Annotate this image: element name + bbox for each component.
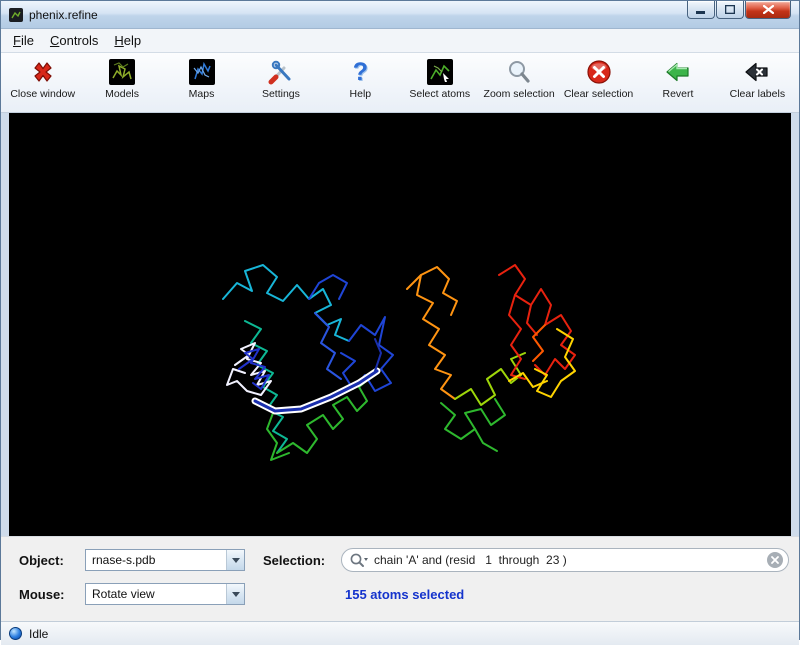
toolbar-button-label: Clear labels — [730, 88, 785, 100]
clear-selection-icon — [586, 57, 612, 87]
close-window-icon — [29, 57, 57, 87]
molecule-viewport[interactable] — [9, 113, 791, 536]
toolbar-button-clear-labels[interactable]: Clear labels — [718, 55, 797, 112]
close-icon — [763, 5, 774, 14]
toolbar-button-label: Help — [350, 88, 372, 100]
minimize-icon — [696, 6, 706, 14]
minimize-button[interactable] — [687, 1, 715, 19]
app-icon — [8, 7, 24, 23]
toolbar-button-select-atoms[interactable]: Select atoms — [400, 55, 479, 112]
status-idle-icon — [9, 627, 22, 640]
selection-value: chain 'A' and (resid 1 through 23 ) — [374, 553, 767, 567]
toolbar-button-label: Close window — [10, 88, 75, 100]
help-icon: ? — [353, 57, 368, 87]
close-button[interactable] — [745, 1, 791, 19]
clear-labels-icon — [743, 57, 771, 87]
status-text: Idle — [29, 627, 48, 641]
object-selection-row: Object: rnase-s.pdb Selection: chain 'A'… — [19, 548, 789, 572]
toolbar-button-models[interactable]: Models — [82, 55, 161, 112]
title-bar[interactable]: phenix.refine — [1, 1, 799, 29]
window-title: phenix.refine — [29, 8, 98, 22]
object-label: Object: — [19, 553, 85, 568]
zoom-selection-icon — [506, 57, 532, 87]
control-panel: Object: rnase-s.pdb Selection: chain 'A'… — [1, 536, 799, 621]
mouse-dropdown[interactable]: Rotate view — [85, 583, 245, 605]
chevron-down-icon — [226, 550, 244, 570]
toolbar-button-help[interactable]: ? Help — [321, 55, 400, 112]
toolbar-button-clear-selection[interactable]: Clear selection — [559, 55, 638, 112]
atoms-selected-text: 155 atoms selected — [345, 587, 464, 602]
app-window: phenix.refine File Controls Help Close w… — [0, 0, 800, 640]
toolbar-button-label: Clear selection — [564, 88, 633, 100]
menu-controls[interactable]: Controls — [42, 30, 106, 51]
toolbar-button-revert[interactable]: Revert — [638, 55, 717, 112]
maximize-button[interactable] — [716, 1, 744, 19]
models-icon — [109, 57, 135, 87]
maps-icon — [189, 57, 215, 87]
toolbar: Close window Models Maps Se — [1, 53, 799, 113]
mouse-row: Mouse: Rotate view 155 atoms selected — [19, 582, 789, 606]
revert-icon — [664, 57, 692, 87]
selection-input[interactable]: chain 'A' and (resid 1 through 23 ) — [341, 548, 789, 572]
object-dropdown-value: rnase-s.pdb — [86, 553, 226, 567]
caption-buttons — [686, 1, 791, 19]
status-bar: Idle — [1, 621, 799, 645]
selection-label: Selection: — [263, 553, 341, 568]
search-icon[interactable] — [349, 552, 369, 568]
toolbar-button-label: Models — [105, 88, 139, 100]
mouse-label: Mouse: — [19, 587, 85, 602]
toolbar-button-label: Settings — [262, 88, 300, 100]
settings-icon — [267, 57, 295, 87]
menu-bar: File Controls Help — [1, 29, 799, 53]
toolbar-button-label: Revert — [662, 88, 693, 100]
mouse-dropdown-value: Rotate view — [86, 587, 226, 601]
menu-help[interactable]: Help — [106, 30, 149, 51]
menu-file[interactable]: File — [5, 30, 42, 51]
toolbar-button-label: Select atoms — [409, 88, 470, 100]
toolbar-button-zoom-selection[interactable]: Zoom selection — [479, 55, 558, 112]
toolbar-button-label: Maps — [189, 88, 215, 100]
object-dropdown[interactable]: rnase-s.pdb — [85, 549, 245, 571]
toolbar-button-settings[interactable]: Settings — [241, 55, 320, 112]
toolbar-button-maps[interactable]: Maps — [162, 55, 241, 112]
clear-input-icon[interactable] — [767, 552, 783, 568]
toolbar-button-close-window[interactable]: Close window — [3, 55, 82, 112]
molecule-wireframe — [9, 113, 791, 536]
maximize-icon — [725, 5, 735, 14]
chevron-down-icon — [226, 584, 244, 604]
toolbar-button-label: Zoom selection — [484, 88, 555, 100]
select-atoms-icon — [427, 57, 453, 87]
